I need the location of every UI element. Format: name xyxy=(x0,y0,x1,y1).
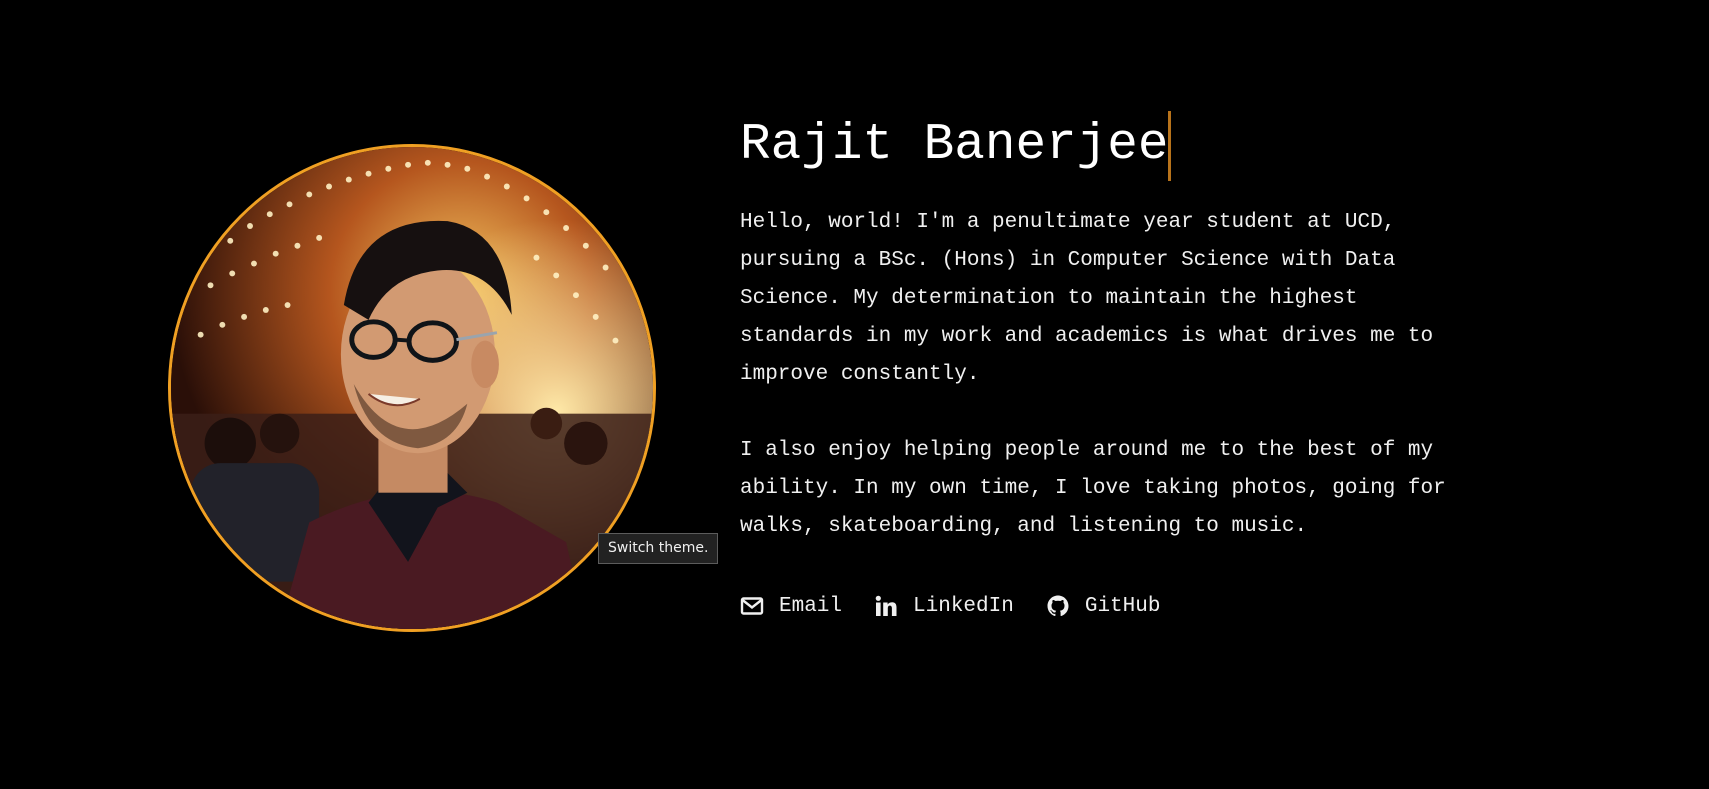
typing-caret xyxy=(1168,111,1172,181)
linkedin-link[interactable]: LinkedIn xyxy=(874,594,1014,618)
github-link-label: GitHub xyxy=(1084,594,1161,618)
email-link[interactable]: Email xyxy=(740,594,842,618)
linkedin-icon xyxy=(874,594,898,618)
bio: Hello, world! I'm a penultimate year stu… xyxy=(740,204,1480,546)
bio-paragraph-1: Hello, world! I'm a penultimate year stu… xyxy=(740,211,1434,386)
email-link-label: Email xyxy=(779,594,843,618)
page: Switch theme. Rajit Banerjee Hello, worl… xyxy=(0,0,1709,789)
page-title: Rajit Banerjee xyxy=(740,117,1169,174)
intro-section: Rajit Banerjee Hello, world! I'm a penul… xyxy=(740,110,1480,618)
avatar-theme-switch[interactable] xyxy=(168,144,656,632)
avatar-photo xyxy=(171,147,653,629)
bio-paragraph-2: I also enjoy helping people around me to… xyxy=(740,439,1446,538)
theme-tooltip: Switch theme. xyxy=(598,533,719,564)
github-link[interactable]: GitHub xyxy=(1046,594,1161,618)
envelope-icon xyxy=(740,594,764,618)
linkedin-link-label: LinkedIn xyxy=(913,594,1014,618)
social-links: Email LinkedIn GitHub xyxy=(740,594,1480,618)
github-icon xyxy=(1046,594,1070,618)
title-row: Rajit Banerjee xyxy=(740,110,1480,182)
